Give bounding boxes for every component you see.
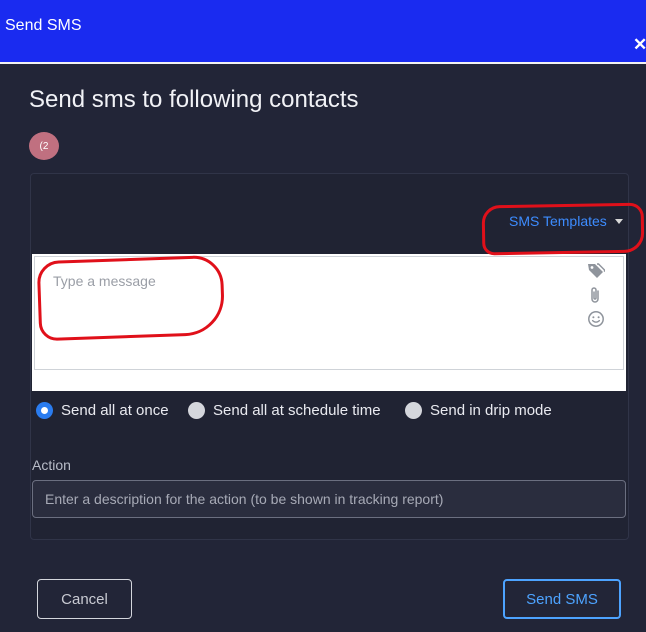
emoji-icon[interactable] <box>587 310 605 328</box>
radio-button[interactable] <box>188 401 205 419</box>
action-description-input[interactable] <box>33 481 625 517</box>
modal-header: Send SMS ✕ <box>0 0 646 64</box>
send-mode-label: Send in drip mode <box>430 401 552 419</box>
action-field <box>32 480 626 518</box>
send-mode-drip[interactable]: Send in drip mode <box>405 400 552 420</box>
send-mode-label: Send all at once <box>61 401 169 419</box>
attachment-icon[interactable] <box>587 286 605 304</box>
send-mode-once[interactable]: Send all at once <box>36 400 169 420</box>
modal-title: Send SMS <box>5 17 82 34</box>
radio-button[interactable] <box>405 401 422 419</box>
message-box <box>34 256 624 370</box>
sms-templates-dropdown[interactable]: SMS Templates <box>509 213 623 229</box>
message-input[interactable] <box>35 257 575 369</box>
sms-templates-label: SMS Templates <box>509 213 607 229</box>
close-icon[interactable]: ✕ <box>633 36 646 53</box>
page-title: Send sms to following contacts <box>29 86 359 113</box>
message-area <box>32 254 626 391</box>
caret-down-icon <box>614 218 623 224</box>
action-label: Action <box>32 457 71 473</box>
contact-avatar[interactable]: (2 <box>29 132 59 160</box>
cancel-button[interactable]: Cancel <box>37 579 132 619</box>
send-mode-schedule[interactable]: Send all at schedule time <box>188 400 381 420</box>
send-sms-button[interactable]: Send SMS <box>503 579 621 619</box>
tag-icon[interactable] <box>587 262 605 280</box>
send-mode-label: Send all at schedule time <box>213 401 381 419</box>
radio-button-checked[interactable] <box>36 401 53 419</box>
